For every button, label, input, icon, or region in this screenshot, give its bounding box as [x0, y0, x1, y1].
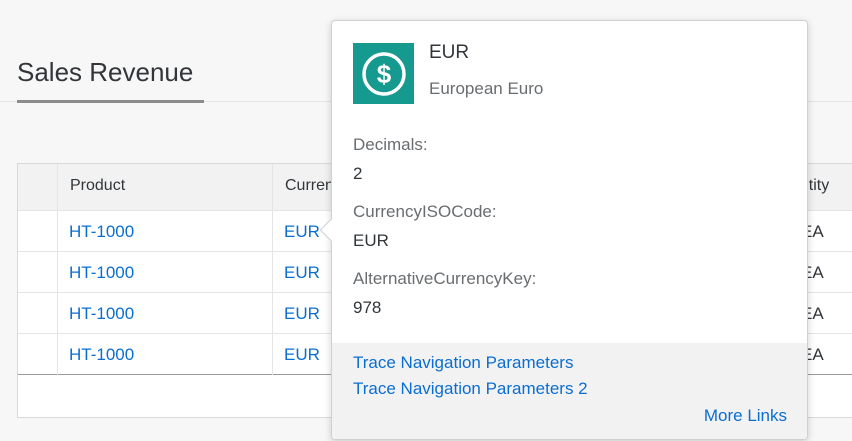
field-value-iso-code: EUR [353, 231, 389, 250]
product-link[interactable]: HT-1000 [69, 222, 134, 242]
page-title: Sales Revenue [17, 57, 194, 87]
currency-link[interactable]: EUR [284, 304, 320, 324]
product-link[interactable]: HT-1000 [69, 345, 134, 365]
field-label-iso-code: CurrencyISOCode: [353, 202, 497, 221]
selection-column [18, 164, 58, 375]
currency-popover: $ EUR European Euro Decimals: 2 Currency… [319, 20, 808, 440]
field-label-alt-key: AlternativeCurrencyKey: [353, 269, 537, 288]
popover-links-section: Trace Navigation Parameters Trace Naviga… [332, 343, 807, 439]
page: Sales Revenue Product Curren antity HT-1… [0, 0, 852, 441]
field-value-decimals: 2 [353, 164, 363, 183]
field-value-alt-key: 978 [353, 298, 382, 317]
popover-subtitle: European Euro [429, 79, 544, 98]
column-header-currency[interactable]: Curren [285, 177, 334, 195]
dollar-sign-icon: $ [353, 43, 414, 104]
product-link[interactable]: HT-1000 [69, 304, 134, 324]
product-link[interactable]: HT-1000 [69, 263, 134, 283]
title-underline [17, 100, 204, 103]
trace-navigation-2-link[interactable]: Trace Navigation Parameters 2 [353, 379, 588, 399]
column-divider [272, 164, 273, 375]
currency-link[interactable]: EUR [284, 222, 320, 242]
column-header-product[interactable]: Product [70, 177, 125, 195]
trace-navigation-link[interactable]: Trace Navigation Parameters [353, 353, 573, 373]
currency-link[interactable]: EUR [284, 345, 320, 365]
currency-link[interactable]: EUR [284, 263, 320, 283]
more-links-link[interactable]: More Links [704, 406, 787, 426]
field-label-decimals: Decimals: [353, 135, 428, 154]
popover-title: EUR [429, 42, 470, 63]
svg-text:$: $ [376, 59, 391, 89]
